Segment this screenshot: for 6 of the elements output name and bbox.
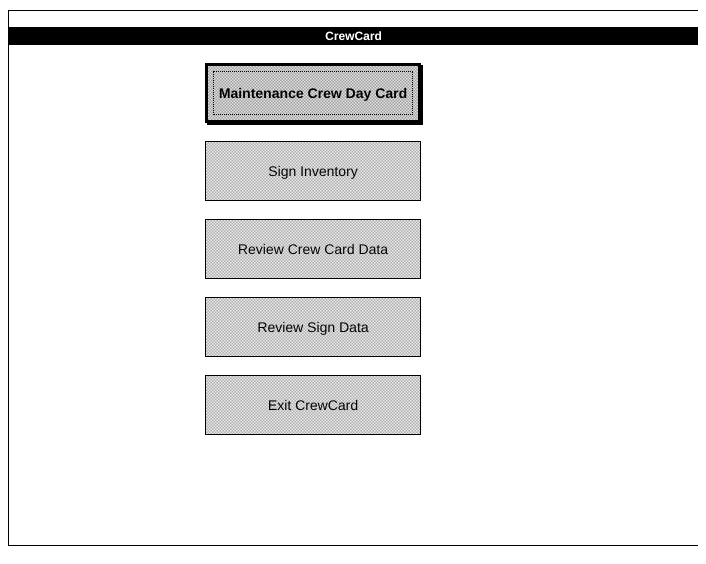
- menu-button[interactable]: Sign Inventory: [205, 141, 421, 201]
- menu-button[interactable]: Review Sign Data: [205, 297, 421, 357]
- window-title: CrewCard: [325, 29, 382, 43]
- menu-button[interactable]: Exit CrewCard: [205, 375, 421, 435]
- menu-button[interactable]: Maintenance Crew Day Card: [205, 63, 421, 123]
- menu-button[interactable]: Review Crew Card Data: [205, 219, 421, 279]
